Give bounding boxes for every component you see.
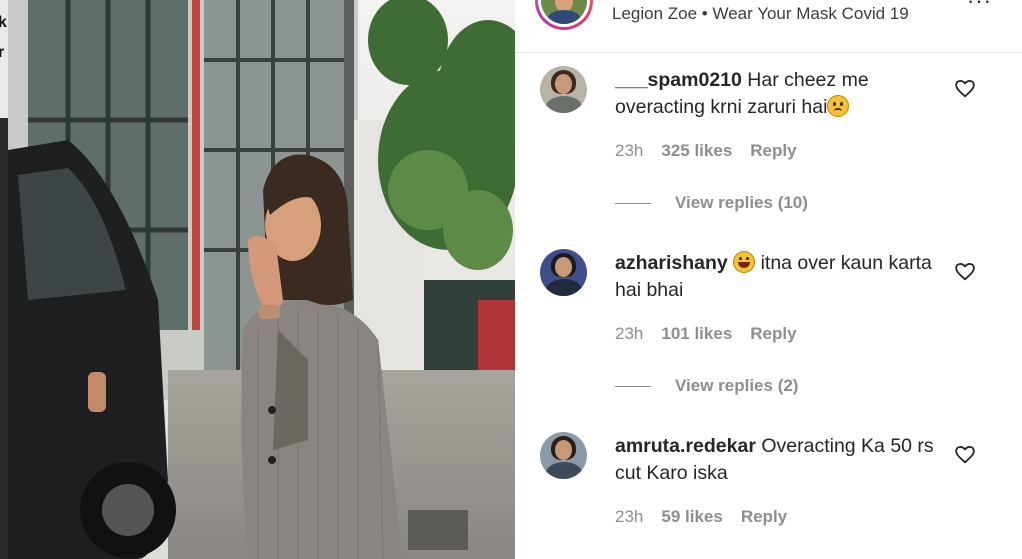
reply-button[interactable]: Reply (741, 507, 787, 526)
post-photo (8, 0, 515, 559)
edge-letter-2: r (0, 44, 5, 61)
comment-meta: 23h 59 likes Reply (615, 507, 805, 527)
comment-text: amruta.redekar Overacting Ka 50 rs cut K… (615, 433, 945, 487)
view-replies-label: View replies (2) (675, 376, 799, 395)
commenter-avatar[interactable] (540, 66, 587, 113)
author-avatar[interactable] (535, 0, 593, 30)
comment-time: 23h (615, 324, 644, 343)
reply-button[interactable]: Reply (750, 141, 796, 160)
comment-likes[interactable]: 59 likes (661, 507, 722, 526)
comments-panel: Legion Zoe • Wear Your Mask Covid 19 ···… (515, 0, 1022, 559)
replies-divider-line (615, 203, 651, 205)
previous-media-edge: k r (0, 0, 8, 559)
view-replies-label: View replies (10) (675, 193, 808, 212)
view-replies-button[interactable]: View replies (10) (615, 193, 808, 213)
commenter-avatar[interactable] (540, 432, 587, 479)
like-heart-icon[interactable] (954, 260, 976, 282)
post-media-image[interactable] (8, 0, 515, 559)
post-location-link[interactable]: Legion Zoe • Wear Your Mask Covid 19 (612, 4, 909, 24)
reply-button[interactable]: Reply (750, 324, 796, 343)
comment-username[interactable]: azharishany (615, 252, 728, 274)
like-heart-icon[interactable] (954, 77, 976, 99)
frowning-face-emoji-icon (827, 95, 850, 117)
comment-likes[interactable]: 325 likes (661, 141, 732, 160)
comment-username[interactable]: ___spam0210 (615, 69, 742, 91)
comment-time: 23h (615, 507, 644, 526)
more-options-icon[interactable]: ··· (967, 0, 992, 14)
post-header: Legion Zoe • Wear Your Mask Covid 19 ··· (515, 0, 1022, 53)
comment-text: azharishany itna over kaun karta hai bha… (615, 250, 945, 304)
like-heart-icon[interactable] (954, 443, 976, 465)
view-replies-button[interactable]: View replies (2) (615, 376, 798, 396)
edge-letter-1: k (0, 14, 7, 31)
replies-divider-line (615, 386, 651, 388)
comment-time: 23h (615, 141, 644, 160)
comment-likes[interactable]: 101 likes (661, 324, 732, 343)
comment-username[interactable]: amruta.redekar (615, 435, 756, 457)
commenter-avatar[interactable] (540, 249, 587, 296)
previous-media-caption: k r (0, 0, 8, 118)
comment-text: ___spam0210 Har cheez me overacting krni… (615, 67, 945, 121)
comment-meta: 23h 325 likes Reply (615, 141, 815, 161)
comment-meta: 23h 101 likes Reply (615, 324, 815, 344)
grinning-squinting-face-emoji-icon (733, 251, 756, 273)
